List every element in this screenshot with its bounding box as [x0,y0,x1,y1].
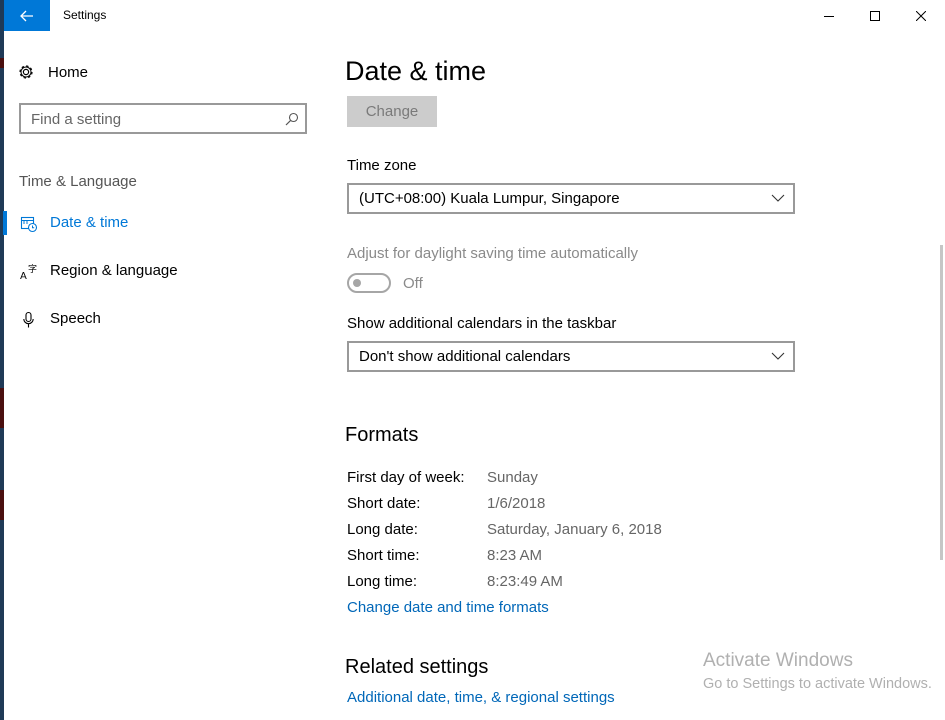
sidebar-item-date-time[interactable]: Date & time [0,209,320,239]
format-key: Long time: [347,573,418,590]
home-label: Home [48,63,89,81]
gear-icon [19,65,33,79]
sidebar-item-speech[interactable]: Speech [0,305,320,335]
watermark-subtitle: Go to Settings to activate Windows. [703,676,932,692]
maximize-button[interactable] [852,0,898,31]
desktop-edge [0,0,4,720]
format-row: Short date: 1/6/2018 [347,495,747,515]
desktop-edge-mark [0,388,4,428]
minimize-icon [824,15,834,17]
language-icon: A 字 [20,263,37,281]
format-row: Short time: 8:23 AM [347,547,747,567]
format-key: Short date: [347,495,421,512]
timezone-label: Time zone [347,157,417,174]
additional-settings-link[interactable]: Additional date, time, & regional settin… [347,689,615,706]
format-row: Long date: Saturday, January 6, 2018 [347,521,747,541]
format-key: First day of week: [347,469,465,486]
desktop-edge-mark [0,490,4,520]
sidebar-item-label: Speech [50,310,101,327]
format-value: Saturday, January 6, 2018 [487,521,662,538]
format-row: Long time: 8:23:49 AM [347,573,747,593]
arrow-left-icon [20,10,33,21]
format-value: 8:23:49 AM [487,573,563,590]
home-nav[interactable]: Home [17,60,88,84]
selection-indicator [3,211,7,235]
minimize-button[interactable] [806,0,852,31]
format-key: Long date: [347,521,418,538]
format-value: 1/6/2018 [487,495,546,512]
svg-text:字: 字 [28,263,37,275]
change-button[interactable]: Change [347,96,437,127]
svg-text:A: A [20,271,27,281]
sidebar-item-label: Region & language [50,262,178,279]
desktop-edge-mark [0,58,4,68]
daylight-state: Off [403,275,423,292]
timezone-dropdown[interactable]: (UTC+08:00) Kuala Lumpur, Singapore [347,183,795,214]
window-title: Settings [63,8,107,22]
activation-watermark: Activate Windows Go to Settings to activ… [703,650,932,692]
search-box[interactable]: Find a setting [19,103,307,134]
chevron-down-icon [771,194,785,202]
scrollbar[interactable] [940,245,943,560]
timezone-value: (UTC+08:00) Kuala Lumpur, Singapore [359,190,620,207]
microphone-icon [23,311,34,328]
calendars-dropdown[interactable]: Don't show additional calendars [347,341,795,372]
search-icon [285,112,299,126]
calendar-clock-icon [20,216,38,233]
page-title: Date & time [345,56,487,86]
title-bar: Settings [4,0,945,31]
format-row: First day of week: Sunday [347,469,747,489]
daylight-label: Adjust for daylight saving time automati… [347,245,638,262]
sidebar-item-label: Date & time [50,214,129,231]
formats-heading: Formats [345,424,419,446]
maximize-icon [870,10,880,21]
format-value: 8:23 AM [487,547,543,564]
search-placeholder: Find a setting [31,111,122,128]
watermark-title: Activate Windows [703,650,853,671]
calendars-value: Don't show additional calendars [359,348,571,365]
change-formats-link[interactable]: Change date and time formats [347,599,549,616]
back-button[interactable] [4,0,50,31]
close-button[interactable] [898,0,944,31]
sidebar-section-label: Time & Language [19,173,137,190]
related-settings-heading: Related settings [345,656,489,678]
format-key: Short time: [347,547,420,564]
calendars-label: Show additional calendars in the taskbar [347,315,617,332]
format-value: Sunday [487,469,538,486]
toggle-knob [353,279,361,287]
close-icon [916,10,926,21]
chevron-down-icon [771,352,785,360]
sidebar-item-region-language[interactable]: A 字 Region & language [0,257,320,287]
daylight-toggle[interactable] [347,273,391,293]
